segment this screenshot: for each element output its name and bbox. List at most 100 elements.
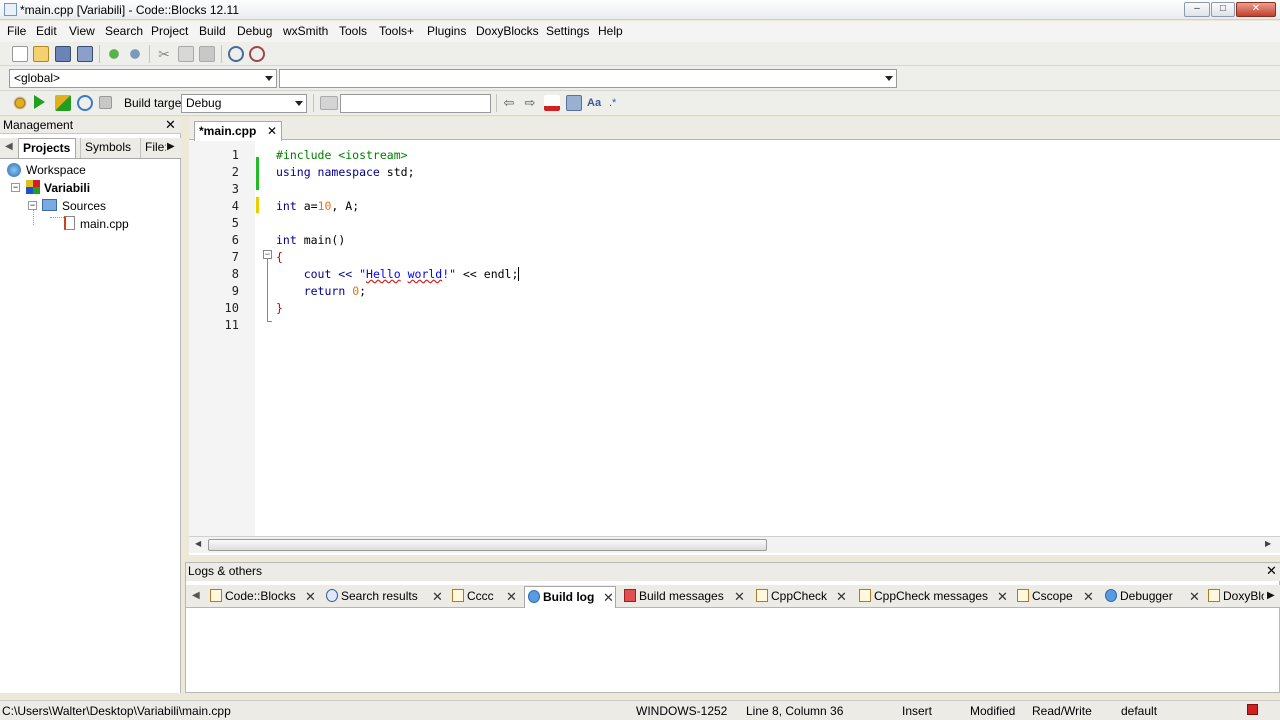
close-icon[interactable]: ✕ <box>734 586 745 607</box>
code-line-9[interactable]: return 0; <box>276 284 366 298</box>
tab-debugger[interactable]: Debugger ✕ <box>1105 586 1201 608</box>
fold-icon[interactable]: − <box>263 250 272 259</box>
minimize-button[interactable]: – <box>1184 2 1210 17</box>
code-line-1[interactable]: #include <iostream> <box>276 148 408 162</box>
rebuild-icon[interactable] <box>77 95 93 111</box>
debugger-icon <box>1105 589 1117 602</box>
copy-icon[interactable] <box>178 46 194 62</box>
horizontal-scrollbar[interactable]: ◀ ▶ <box>189 536 1280 553</box>
tab-files[interactable]: File: <box>140 138 166 158</box>
close-icon[interactable]: ✕ <box>506 586 517 607</box>
tab-cscope[interactable]: Cscope ✕ <box>1017 586 1095 608</box>
code-token: using <box>276 165 311 179</box>
menu-file[interactable]: File <box>7 24 26 38</box>
code-line-7[interactable]: { <box>276 250 283 264</box>
cut-icon[interactable]: ✂ <box>156 46 172 62</box>
menu-plugins[interactable]: Plugins <box>427 24 466 38</box>
menu-project[interactable]: Project <box>151 24 188 38</box>
scroll-left-icon[interactable]: ◀ <box>195 539 201 548</box>
tab-codeblocks-log[interactable]: Code::Blocks ✕ <box>210 586 320 608</box>
replace-icon[interactable] <box>249 46 265 62</box>
menu-view[interactable]: View <box>69 24 95 38</box>
menu-debug[interactable]: Debug <box>237 24 272 38</box>
close-icon[interactable]: ✕ <box>267 122 277 141</box>
selection-icon[interactable] <box>566 95 582 111</box>
tree-workspace[interactable]: Workspace <box>26 163 86 177</box>
chevron-left-icon[interactable]: ◀ <box>5 141 13 152</box>
build-run-icon[interactable] <box>55 95 71 111</box>
tab-search-results[interactable]: Search results ✕ <box>326 586 446 608</box>
regex-icon[interactable]: .* <box>609 95 625 111</box>
chevron-left-icon[interactable]: ◀ <box>192 590 200 601</box>
abort-icon[interactable] <box>99 96 112 109</box>
cpp-file-icon <box>64 216 75 230</box>
close-icon[interactable]: ✕ <box>1189 586 1200 607</box>
new-file-icon[interactable] <box>12 46 28 62</box>
tab-symbols[interactable]: Symbols <box>80 138 136 158</box>
menu-doxyblocks[interactable]: DoxyBlocks <box>476 24 539 38</box>
chevron-right-icon[interactable]: ▶ <box>167 141 175 152</box>
run-icon[interactable] <box>34 95 45 109</box>
code-line-6[interactable]: int main() <box>276 233 345 247</box>
paste-icon[interactable] <box>199 46 215 62</box>
code-line-2[interactable]: using namespace std; <box>276 165 415 179</box>
build-target-select[interactable]: Debug <box>181 94 307 113</box>
code-line-10[interactable]: } <box>276 301 283 315</box>
code-line-8[interactable]: cout << "Hello world!" << endl; <box>276 267 520 281</box>
close-icon[interactable]: ✕ <box>836 586 847 607</box>
menu-help[interactable]: Help <box>598 24 623 38</box>
menu-settings[interactable]: Settings <box>546 24 589 38</box>
management-header: Management ✕ <box>0 117 181 134</box>
close-icon[interactable]: ✕ <box>1266 563 1277 579</box>
match-case-icon[interactable]: Aa <box>587 95 603 111</box>
project-icon <box>26 180 40 194</box>
log-icon <box>859 589 871 602</box>
find-icon[interactable] <box>228 46 244 62</box>
scope-select[interactable]: <global> <box>9 69 277 88</box>
chevron-right-icon[interactable]: ▶ <box>1267 590 1275 601</box>
close-icon[interactable]: ✕ <box>1083 586 1094 607</box>
close-icon[interactable]: ✕ <box>165 117 176 133</box>
tab-doxyblocks[interactable]: DoxyBlo <box>1208 586 1264 608</box>
open-icon[interactable] <box>33 46 49 62</box>
menu-edit[interactable]: Edit <box>36 24 57 38</box>
menu-wxsmith[interactable]: wxSmith <box>283 24 328 38</box>
scrollbar-thumb[interactable] <box>208 539 767 551</box>
redo-icon[interactable] <box>127 46 143 62</box>
tree-file[interactable]: main.cpp <box>80 217 129 231</box>
scroll-right-icon[interactable]: ▶ <box>1265 539 1271 548</box>
collapse-icon[interactable]: − <box>11 183 20 192</box>
tab-main-cpp[interactable]: *main.cpp ✕ <box>194 121 282 141</box>
search-input[interactable] <box>340 94 491 113</box>
menu-tools[interactable]: Tools <box>339 24 367 38</box>
jump-back-icon[interactable]: ⇦ <box>501 95 517 111</box>
tab-cppcheck[interactable]: CppCheck ✕ <box>756 586 848 608</box>
save-all-icon[interactable] <box>77 46 93 62</box>
highlight-icon[interactable] <box>544 95 560 111</box>
tree-project[interactable]: Variabili <box>44 181 90 195</box>
menu-build[interactable]: Build <box>199 24 226 38</box>
tab-build-messages[interactable]: Build messages ✕ <box>624 586 748 608</box>
close-icon[interactable]: ✕ <box>305 586 316 607</box>
tab-cppcheck-messages[interactable]: CppCheck messages ✕ <box>859 586 1009 608</box>
log-icon <box>1017 589 1029 602</box>
build-icon[interactable] <box>12 95 28 111</box>
menu-search[interactable]: Search <box>105 24 143 38</box>
tree-folder[interactable]: Sources <box>62 199 106 213</box>
tab-build-log[interactable]: Build log ✕ <box>524 586 616 608</box>
code-line-4[interactable]: int a=10, A; <box>276 199 359 213</box>
close-icon[interactable]: ✕ <box>432 586 443 607</box>
menu-tools-plus[interactable]: Tools+ <box>379 24 414 38</box>
close-icon[interactable]: ✕ <box>997 586 1008 607</box>
undo-icon[interactable] <box>106 46 122 62</box>
save-icon[interactable] <box>55 46 71 62</box>
close-icon[interactable]: ✕ <box>603 587 614 608</box>
jump-forward-icon[interactable]: ⇨ <box>522 95 538 111</box>
function-select[interactable] <box>279 69 897 88</box>
notification-icon[interactable] <box>1247 704 1258 715</box>
maximize-button[interactable]: □ <box>1211 2 1235 17</box>
tab-projects[interactable]: Projects <box>18 138 76 158</box>
change-marker-saved <box>256 157 259 190</box>
close-window-button[interactable]: ✕ <box>1236 2 1276 17</box>
tab-cccc[interactable]: Cccc ✕ <box>452 586 517 608</box>
